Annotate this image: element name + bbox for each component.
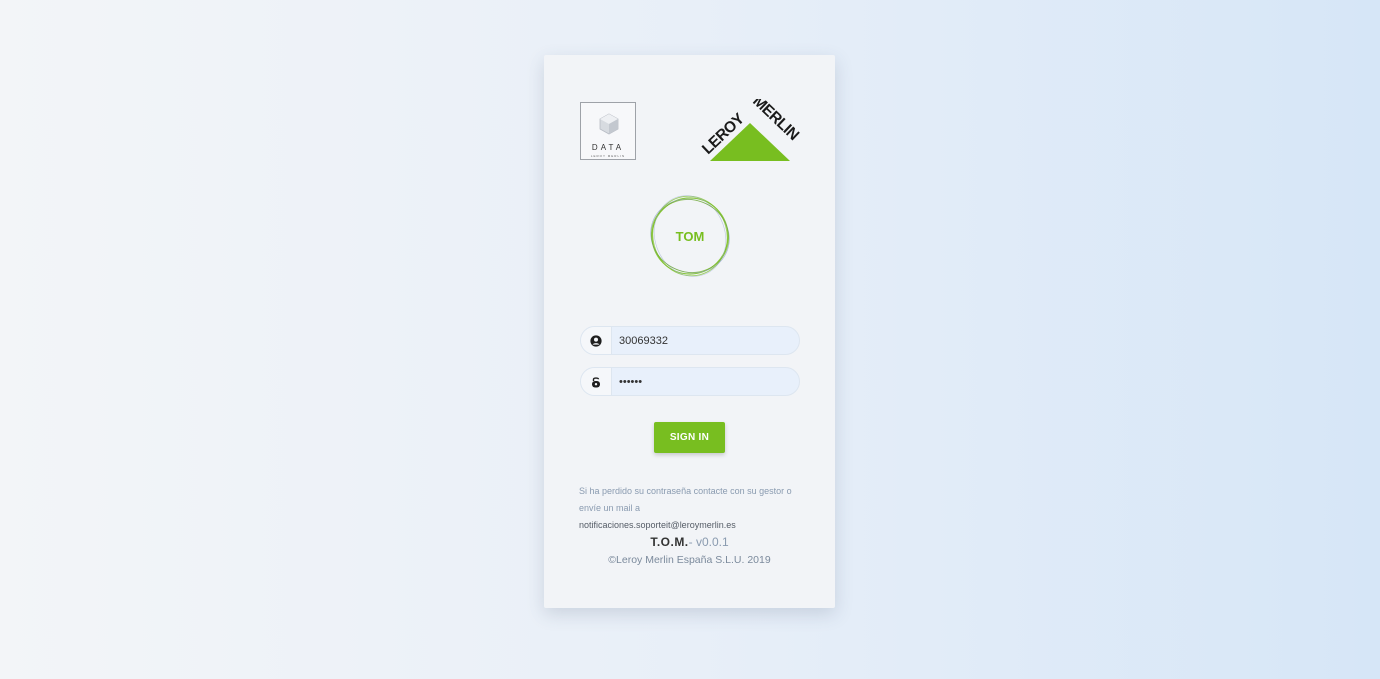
data-logo-word: DATA: [591, 143, 625, 152]
app-name: T.O.M.: [650, 535, 689, 549]
copyright-text: ©Leroy Merlin España S.L.U. 2019: [608, 554, 771, 566]
login-card: DATA LEROY MERLIN LEROY MERLIN TOM 30069…: [544, 55, 835, 608]
cube-icon: [599, 113, 619, 135]
username-icon-box: [581, 327, 612, 354]
support-email-link[interactable]: notificaciones.soporteit@leroymerlin.es: [579, 520, 736, 530]
lock-icon: [592, 376, 600, 387]
tom-logo-text: TOM: [676, 229, 705, 244]
password-icon-box: [581, 368, 612, 395]
data-logo-sub: LEROY MERLIN: [590, 154, 626, 158]
username-field: [580, 326, 800, 355]
help-text: Si ha perdido su contraseña contacte con…: [579, 483, 811, 534]
tom-app-logo: TOM: [650, 195, 730, 277]
sign-in-button[interactable]: SIGN IN: [654, 422, 725, 453]
help-message: Si ha perdido su contraseña contacte con…: [579, 486, 792, 513]
data-leroy-merlin-logo: DATA LEROY MERLIN: [580, 102, 636, 160]
password-input[interactable]: [611, 368, 799, 395]
leroy-merlin-logo: LEROY MERLIN: [699, 99, 802, 161]
version-number: - v0.0.1: [688, 535, 729, 549]
password-field: [580, 367, 800, 396]
app-version: T.O.M.- v0.0.1: [544, 535, 835, 549]
user-icon: [590, 334, 602, 347]
username-input[interactable]: [611, 327, 799, 354]
